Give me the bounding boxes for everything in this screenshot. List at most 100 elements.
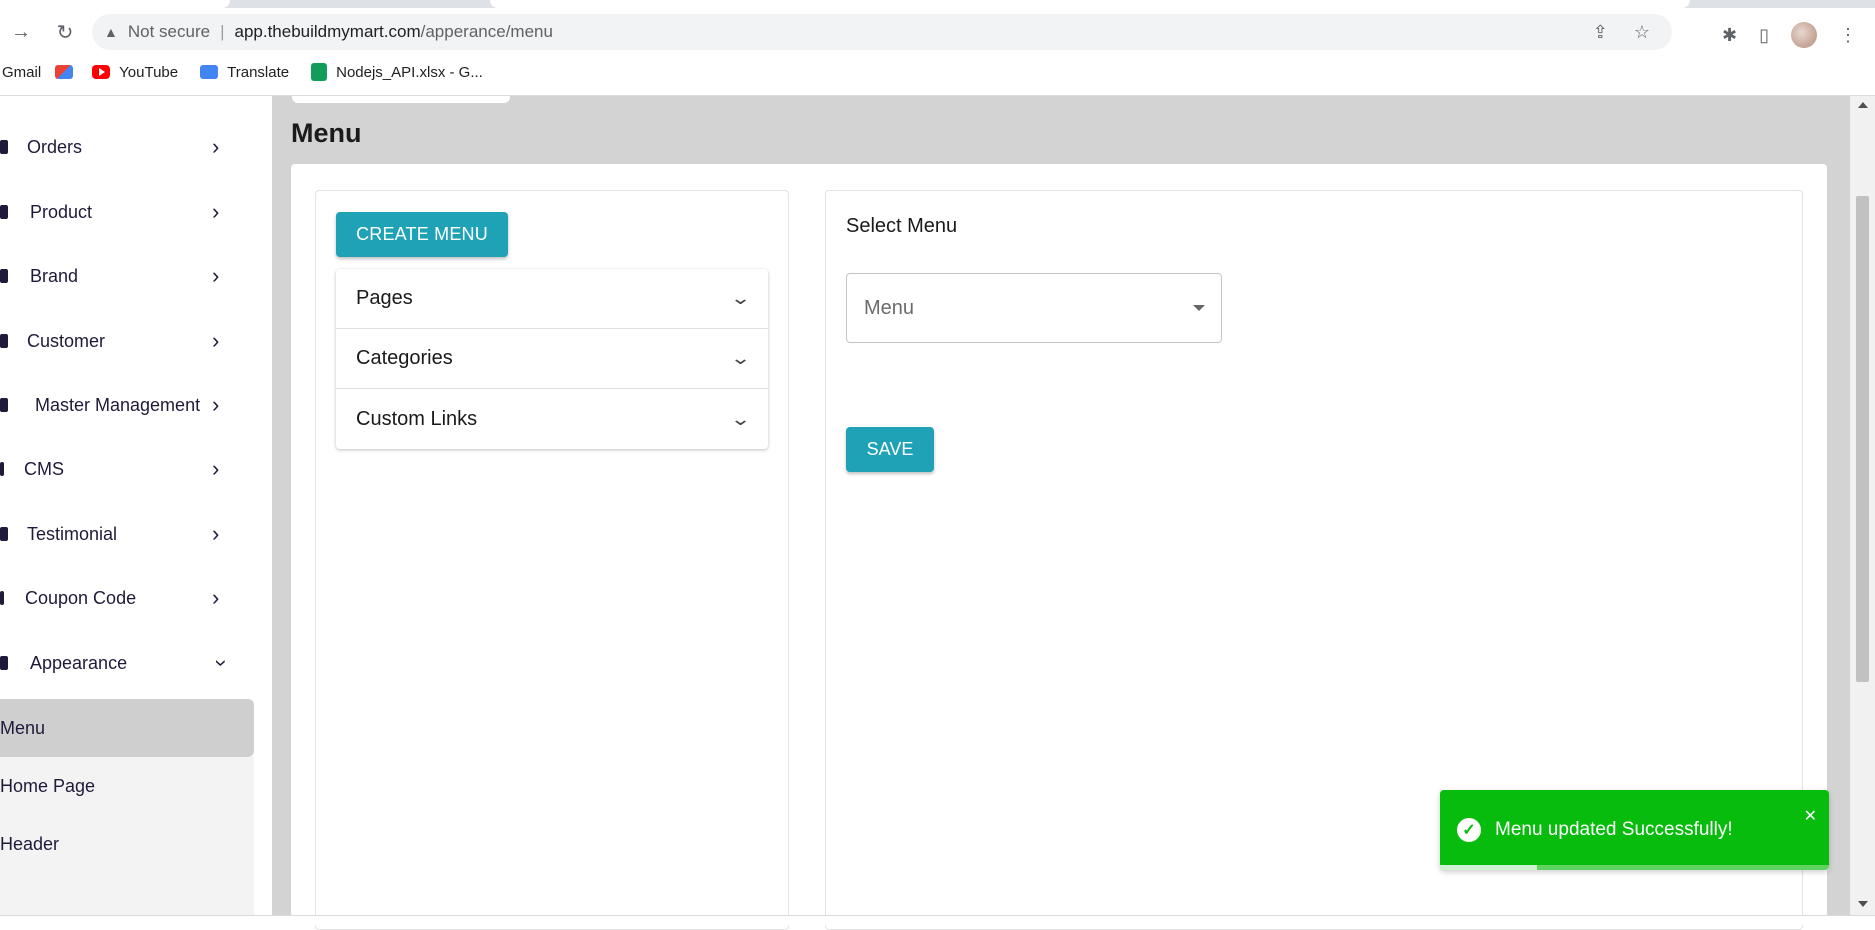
chevron-down-icon: ⌄ [729,288,752,308]
bookmark-label: Gmail [2,63,42,81]
bookmark-star-icon[interactable]: ☆ [1634,22,1650,43]
dropdown-arrow-icon [1193,305,1205,311]
accordion-custom-links[interactable]: Custom Links ⌄ [336,389,768,449]
bookmark-gmail[interactable] [55,65,82,79]
sidebar-subitem-partial[interactable] [0,873,254,915]
url-host: app.thebuildmymart.com [234,22,421,41]
sidebar-item-master-management[interactable]: Master Management › [0,378,250,432]
chevron-right-icon: › [212,521,220,546]
chevron-right-icon: › [212,456,220,481]
bookmark-label: Nodejs_API.xlsx - G... [336,63,483,81]
sidebar-item-label: Appearance [30,652,128,673]
accordion-pages[interactable]: Pages ⌄ [336,269,768,329]
bookmark-youtube[interactable]: YouTube [92,64,178,81]
save-button[interactable]: SAVE [846,427,934,472]
browser-menu-icon[interactable]: ⋮ [1839,25,1857,46]
sidebar-item-label: Product [30,201,93,222]
sidebar-item-cms[interactable]: CMS › [0,442,250,496]
active-tab[interactable] [0,0,230,8]
menu-items-panel: CREATE MENU Pages ⌄ Categories ⌄ Custom … [315,190,789,930]
sidebar: Orders › Product › Brand › Customer › Ma… [0,96,272,915]
page-scrollbar[interactable] [1850,96,1875,915]
bookmarks-bar: Gmail YouTube Translate Nodejs_API.xlsx … [0,58,505,86]
sidebar-subitem-header[interactable]: Header [0,815,254,873]
breadcrumb [292,96,510,103]
accordion-label: Pages [356,287,413,309]
share-icon[interactable]: ⇪ [1593,22,1608,43]
tab-strip [0,0,1875,8]
sidebar-item-testimonial[interactable]: Testimonial › [0,507,250,561]
sidebar-item-label: Coupon Code [25,587,137,608]
scroll-up-arrow-icon[interactable] [1858,102,1868,108]
sidebar-subitem-home-page[interactable]: Home Page [0,757,254,815]
inactive-tab[interactable] [490,0,1690,8]
address-bar[interactable]: ▲ Not secure | app.thebuildmymart.com/ap… [92,14,1672,50]
sidebar-subitem-label: Menu [0,717,46,738]
sidebar-item-label: Orders [27,136,83,157]
gmail-icon [55,65,74,79]
window-bottom-edge [0,915,1875,925]
chevron-down-icon: ⌄ [729,348,752,368]
sidebar-item-product[interactable]: Product › [0,185,250,239]
reload-icon[interactable]: ↻ [48,15,82,49]
customer-icon [0,334,8,348]
sidebar-item-label: Brand [30,265,79,286]
sidebar-item-label: Customer [27,330,106,351]
menu-source-accordion: Pages ⌄ Categories ⌄ Custom Links ⌄ [336,269,768,449]
sidebar-item-orders[interactable]: Orders › [0,120,250,174]
sidebar-subitem-label: Home Page [0,775,96,796]
sidebar-subitem-menu[interactable]: Menu [0,699,254,757]
bookmark-label: Translate [227,63,290,81]
bookmark-translate[interactable]: Translate [200,64,289,81]
scrollbar-thumb[interactable] [1856,196,1869,682]
security-label: Not secure [127,22,211,41]
chevron-down-icon: › [209,659,235,667]
browser-chrome: → ↻ ▲ Not secure | app.thebuildmymart.co… [0,0,1875,96]
sidebar-item-coupon-code[interactable]: Coupon Code › [0,571,250,625]
side-panel-icon[interactable]: ▯ [1759,25,1769,46]
gear-icon [0,398,8,412]
chevron-right-icon: › [212,263,220,288]
toast-progress-bar [1440,865,1538,870]
coupon-icon [0,591,4,605]
close-icon[interactable]: ✕ [1804,806,1817,826]
bookmark-label: YouTube [119,63,179,81]
address-separator: | [220,22,225,41]
sidebar-item-customer[interactable]: Customer › [0,314,250,368]
sidebar-item-label: CMS [24,458,64,479]
profile-avatar[interactable] [1791,22,1817,48]
toast-message: Menu updated Successfully! [1495,819,1733,840]
forward-icon[interactable]: → [4,15,38,49]
youtube-icon [92,65,111,79]
extension-area: ✱ ▯ ⋮ [1722,22,1857,48]
product-icon [0,205,8,219]
browser-toolbar: → ↻ ▲ Not secure | app.thebuildmymart.co… [0,8,1875,56]
extensions-puzzle-icon[interactable]: ✱ [1722,25,1737,46]
sheets-icon [311,63,328,81]
cms-icon [0,462,4,476]
sidebar-item-label: Master Management [35,394,201,415]
bookmark-gmail-text[interactable]: Gmail [2,64,41,81]
chevron-right-icon: › [212,328,220,353]
menu-select[interactable]: Menu [846,273,1222,343]
check-circle-icon: ✓ [1457,818,1481,842]
url-path: /apperance/menu [420,22,553,41]
accordion-categories[interactable]: Categories ⌄ [336,329,768,389]
orders-icon [0,140,8,154]
page-title: Menu [291,118,362,148]
chevron-right-icon: › [212,199,220,224]
sidebar-item-appearance[interactable]: Appearance › [0,636,250,690]
bookmark-sheets[interactable]: Nodejs_API.xlsx - G... [311,63,483,81]
chevron-right-icon: › [212,585,220,610]
accordion-label: Categories [356,347,453,369]
success-toast: ✓ Menu updated Successfully! ✕ [1440,790,1829,870]
warning-icon: ▲ [104,24,118,40]
create-menu-button[interactable]: CREATE MENU [336,212,508,257]
select-menu-label: Select Menu [846,215,958,237]
chevron-down-icon: ⌄ [729,408,752,429]
scroll-down-arrow-icon[interactable] [1858,901,1868,907]
appearance-icon [0,656,8,670]
toast-progress-track [1440,865,1829,870]
sidebar-item-brand[interactable]: Brand › [0,249,250,303]
brand-icon [0,269,8,283]
